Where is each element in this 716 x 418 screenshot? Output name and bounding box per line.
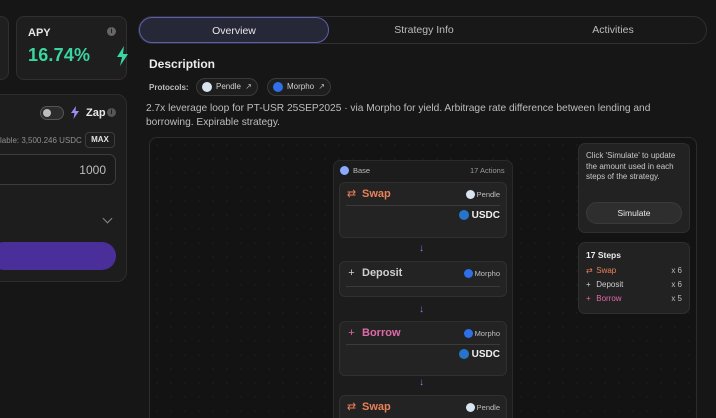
swap-icon: ⇄: [346, 188, 357, 200]
description-heading: Description: [149, 57, 216, 71]
flow-step-borrow[interactable]: + Borrow Morpho USDC: [339, 321, 507, 376]
pendle-logo-icon: [202, 82, 212, 92]
down-arrow-icon: ↓: [419, 377, 424, 388]
base-label: Base: [353, 166, 371, 175]
summary-label: Deposit: [596, 280, 624, 289]
tab-strategy-info[interactable]: Strategy Info: [329, 17, 519, 43]
simulate-hint: Click 'Simulate' to update the amount us…: [586, 151, 676, 181]
protocol-pill-pendle[interactable]: Pendle ↗: [196, 78, 258, 96]
down-arrow-icon: ↓: [419, 243, 424, 254]
apy-title: APY: [28, 27, 51, 39]
plus-icon: +: [586, 280, 591, 289]
summary-count: x 6: [671, 280, 682, 289]
plus-icon: +: [348, 267, 355, 279]
simulate-button[interactable]: Simulate: [586, 202, 682, 224]
step-name: Borrow: [362, 327, 401, 339]
tab-activities[interactable]: Activities: [519, 17, 707, 43]
step-protocol: Pendle: [465, 403, 500, 412]
toggle-knob: [43, 109, 51, 117]
summary-row-deposit: + Deposit x 6: [586, 280, 682, 290]
summary-label: Borrow: [596, 294, 622, 303]
tab-bar: Overview Strategy Info Activities: [138, 16, 707, 44]
protocols-label: Protocols:: [149, 83, 189, 92]
summary-row-borrow: + Borrow x 5: [586, 294, 682, 304]
step-token-name: USDC: [471, 349, 500, 360]
step-protocol: Morpho: [463, 269, 500, 278]
flow-step-deposit[interactable]: + Deposit Morpho: [339, 261, 507, 297]
step-name: Swap: [362, 188, 391, 200]
description-text: 2.7x leverage loop for PT-USR 25SEP2025 …: [146, 103, 651, 128]
apy-value: 16.74%: [28, 45, 91, 65]
summary-count: x 5: [671, 294, 682, 303]
morpho-logo-icon: [273, 82, 283, 92]
zap-info-icon[interactable]: i: [107, 108, 116, 117]
zap-label: Zap: [86, 107, 106, 119]
info-icon[interactable]: i: [107, 27, 116, 36]
zap-toggle[interactable]: [40, 106, 64, 120]
usdc-icon: [458, 349, 469, 359]
protocol-name: Morpho: [287, 82, 315, 91]
morpho-logo-icon: [463, 269, 473, 278]
flow-step-swap[interactable]: ⇄ Swap Pendle: [339, 395, 507, 418]
swap-icon: ⇄: [586, 266, 593, 275]
lightning-icon: [117, 46, 128, 66]
pendle-logo-icon: [465, 403, 475, 412]
step-protocol: Morpho: [463, 329, 500, 338]
step-protocol-name: Morpho: [474, 269, 500, 278]
external-link-icon: ↗: [245, 82, 252, 91]
step-protocol-name: Morpho: [474, 329, 500, 338]
base-chain-icon: [340, 166, 349, 175]
step-divider: [346, 205, 500, 206]
max-button[interactable]: MAX: [85, 132, 115, 148]
actions-count: 17 Actions: [470, 166, 505, 175]
step-name: Swap: [362, 401, 391, 413]
step-protocol-name: Pendle: [476, 190, 500, 199]
summary-count: x 6: [671, 266, 682, 275]
apy-card: APY i 16.74%: [16, 16, 128, 80]
plus-icon: +: [586, 294, 591, 303]
pendle-logo-icon: [465, 190, 475, 199]
step-divider: [346, 344, 500, 345]
step-token: USDC: [458, 210, 500, 221]
external-link-icon: ↗: [318, 82, 326, 91]
summary-row-swap: ⇄ Swap x 6: [586, 266, 682, 276]
protocol-name: Pendle: [216, 82, 241, 91]
step-name: Deposit: [362, 267, 403, 279]
flow-step-swap[interactable]: ⇄ Swap Pendle USDC: [339, 182, 507, 238]
plus-icon: +: [348, 327, 355, 339]
steps-summary-title: 17 Steps: [586, 250, 621, 260]
step-divider: [346, 286, 500, 287]
previous-stat-card: [0, 16, 9, 80]
amount-input[interactable]: [0, 154, 116, 185]
available-balance: lable: 3,500.246 USDC: [0, 136, 82, 145]
zap-lightning-icon: [71, 106, 79, 119]
swap-icon: ⇄: [346, 401, 357, 413]
step-protocol-name: Pendle: [476, 403, 500, 412]
step-token: USDC: [458, 349, 500, 360]
morpho-logo-icon: [463, 329, 473, 338]
primary-action-button[interactable]: [0, 242, 116, 270]
step-protocol: Pendle: [465, 190, 500, 199]
protocol-pill-morpho[interactable]: Morpho ↗: [267, 78, 332, 96]
down-arrow-icon: ↓: [419, 304, 424, 315]
step-token-name: USDC: [471, 210, 500, 221]
tab-overview[interactable]: Overview: [139, 17, 329, 43]
summary-label: Swap: [596, 266, 617, 275]
usdc-icon: [458, 210, 469, 220]
